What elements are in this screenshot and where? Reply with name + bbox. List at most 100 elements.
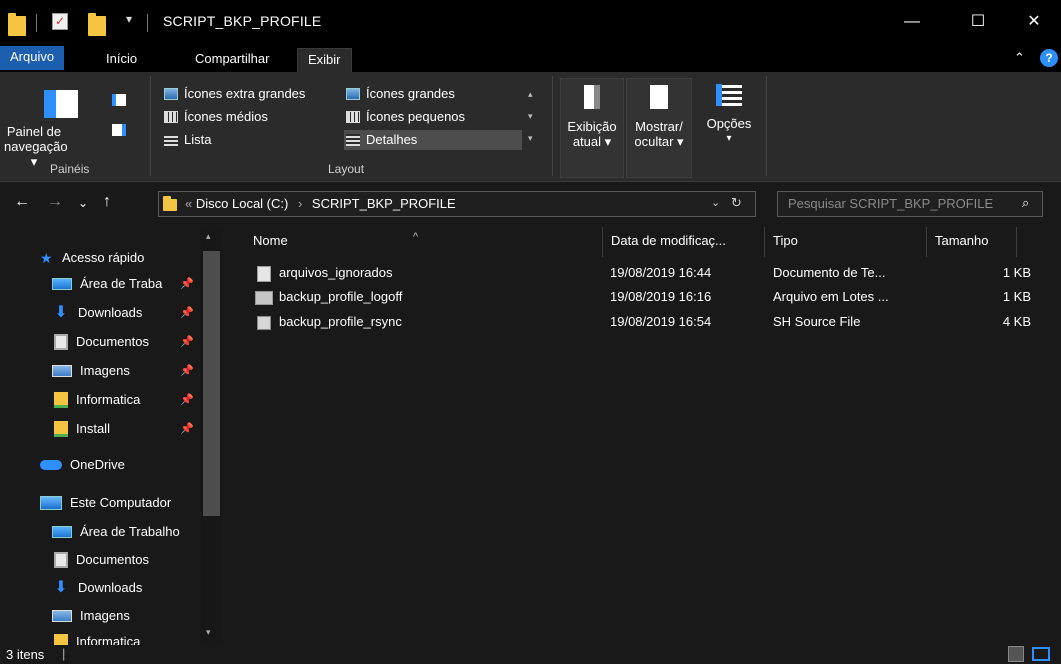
gallery-expand-icon[interactable]: ▾ — [528, 133, 533, 144]
preview-pane-icon[interactable] — [112, 94, 126, 106]
breadcrumb-overflow[interactable]: « — [185, 196, 192, 211]
nav-item-area-de-trabalho[interactable]: Área de Trabalho — [52, 521, 180, 543]
status-divider: | — [62, 646, 66, 661]
layout-small-icons[interactable]: Ícones pequenos — [346, 107, 465, 127]
collapse-ribbon-icon[interactable]: ⌃ — [1014, 50, 1025, 66]
current-view-button[interactable]: Exibição atual ▾ — [560, 78, 624, 178]
nav-item-downloads[interactable]: ⬇ Downloads — [52, 577, 142, 599]
layout-medium-icons[interactable]: Ícones médios — [164, 107, 268, 127]
list-icon — [164, 134, 178, 146]
nav-item-documentos[interactable]: Documentos — [54, 549, 149, 571]
column-header-nome[interactable]: Nome ^ — [245, 227, 603, 257]
column-header-tipo[interactable]: Tipo — [765, 227, 927, 257]
breadcrumb-separator-icon[interactable]: › — [298, 196, 302, 211]
table-row[interactable]: backup_profile_rsync 19/08/2019 16:54 SH… — [255, 311, 1035, 333]
nav-item-area-de-trabalho-pinned[interactable]: Área de Traba — [52, 273, 162, 295]
nav-item-install-pinned[interactable]: Install — [54, 418, 110, 440]
breadcrumb-disco-local[interactable]: Disco Local (C:) — [196, 196, 288, 211]
title-bar: ✓ ▾ SCRIPT_BKP_PROFILE — ☐ ✕ — [0, 0, 1061, 44]
address-dropdown-icon[interactable]: ⌄ — [711, 196, 720, 209]
batch-file-icon — [255, 290, 273, 305]
file-type: Arquivo em Lotes ... — [773, 289, 889, 304]
details-pane-icon[interactable] — [112, 124, 126, 136]
back-arrow-icon[interactable]: ← — [14, 193, 30, 211]
item-count: 3 itens — [6, 647, 45, 662]
computer-icon — [40, 496, 62, 510]
file-list: Nome ^ Data de modificaç... Tipo Tamanho… — [225, 225, 1061, 645]
scroll-up-icon[interactable]: ▴ — [206, 231, 211, 242]
maximize-button[interactable]: ☐ — [958, 8, 998, 36]
navigation-pane-button[interactable]: Painel de navegação ▾ — [4, 78, 84, 169]
medium-icons-icon — [164, 111, 178, 123]
small-icons-icon — [346, 111, 360, 123]
search-input[interactable]: Pesquisar SCRIPT_BKP_PROFILE — [788, 196, 993, 211]
new-folder-icon[interactable] — [88, 13, 106, 36]
extra-large-icons-icon — [164, 88, 178, 100]
tab-arquivo[interactable]: Arquivo — [0, 46, 65, 70]
tab-inicio[interactable]: Início — [96, 48, 147, 72]
table-row[interactable]: backup_profile_logoff 19/08/2019 16:16 A… — [255, 286, 1035, 308]
sort-ascending-icon: ^ — [413, 231, 419, 243]
ribbon-tabs: Arquivo Início Compartilhar Exibir ⌃ ? — [0, 44, 1061, 72]
column-header-tamanho[interactable]: Tamanho — [927, 227, 1017, 257]
ribbon: Painel de navegação ▾ Painéis Ícones ext… — [0, 72, 1061, 182]
download-icon: ⬇ — [54, 304, 68, 321]
documents-icon — [54, 334, 68, 350]
nav-quick-access[interactable]: ★ Acesso rápido — [40, 247, 144, 269]
nav-pane-label: Painel de — [6, 124, 62, 139]
gallery-scroll-down-icon[interactable]: ▾ — [528, 111, 533, 122]
scroll-down-icon[interactable]: ▾ — [206, 627, 211, 638]
folder-icon — [54, 392, 68, 408]
nav-onedrive[interactable]: OneDrive — [40, 454, 125, 476]
recent-locations-chevron-icon[interactable]: ⌄ — [78, 196, 88, 210]
search-icon[interactable]: ⌕ — [1022, 195, 1029, 211]
nav-pane-scroll-thumb[interactable] — [203, 251, 220, 516]
layout-list[interactable]: Lista — [164, 130, 211, 150]
nav-item-informatica[interactable]: Informatica — [54, 631, 140, 645]
nav-pane-scrollbar[interactable]: ▴ ▾ — [201, 231, 222, 641]
layout-large-icons[interactable]: Ícones grandes — [346, 84, 455, 104]
pin-icon: 📌 — [180, 336, 194, 348]
options-icon — [716, 84, 742, 106]
details-view-toggle-icon[interactable] — [1008, 646, 1024, 662]
nav-item-imagens[interactable]: Imagens — [52, 605, 130, 627]
breadcrumb-script-bkp-profile[interactable]: SCRIPT_BKP_PROFILE — [312, 196, 456, 211]
details-icon — [346, 134, 360, 146]
search-box[interactable]: Pesquisar SCRIPT_BKP_PROFILE ⌕ — [777, 191, 1043, 217]
customize-quick-access-icon[interactable]: ▾ — [126, 12, 132, 32]
table-row[interactable]: arquivos_ignorados 19/08/2019 16:44 Docu… — [255, 262, 1035, 284]
layout-extra-large-icons[interactable]: Ícones extra grandes — [164, 84, 305, 104]
tab-exibir[interactable]: Exibir — [297, 48, 352, 72]
refresh-icon[interactable]: ↻ — [731, 195, 742, 211]
nav-item-documentos-pinned[interactable]: Documentos — [54, 331, 149, 353]
desktop-icon — [52, 526, 72, 538]
nav-item-imagens-pinned[interactable]: Imagens — [52, 360, 130, 382]
tab-compartilhar[interactable]: Compartilhar — [185, 48, 279, 72]
file-date: 19/08/2019 16:44 — [610, 265, 712, 280]
nav-item-informatica-pinned[interactable]: Informatica — [54, 389, 140, 411]
minimize-button[interactable]: — — [892, 8, 932, 36]
large-icons-view-toggle-icon[interactable] — [1032, 647, 1050, 661]
layout-gallery: Ícones extra grandes Ícones grandes Ícon… — [156, 81, 544, 153]
options-button[interactable]: Opções ▾ — [698, 78, 760, 178]
address-field[interactable]: « Disco Local (C:) › SCRIPT_BKP_PROFILE … — [158, 191, 756, 217]
star-icon: ★ — [40, 250, 53, 266]
current-view-label: Exibição — [567, 119, 617, 134]
toolbar-divider — [147, 14, 148, 32]
nav-item-downloads-pinned[interactable]: ⬇ Downloads — [52, 302, 142, 324]
properties-icon[interactable]: ✓ — [52, 13, 68, 30]
layout-details[interactable]: Detalhes — [344, 130, 522, 150]
forward-arrow-icon[interactable]: → — [47, 193, 63, 211]
file-type: Documento de Te... — [773, 265, 886, 280]
navigation-pane: ★ Acesso rápido Área de Traba 📌 ⬇ Downlo… — [0, 225, 222, 645]
nav-this-pc[interactable]: Este Computador — [40, 492, 171, 514]
close-button[interactable]: ✕ — [1014, 8, 1054, 36]
gallery-scroll-up-icon[interactable]: ▴ — [528, 89, 533, 100]
file-size: 1 KB — [1002, 289, 1031, 304]
folder-icon — [163, 196, 177, 211]
column-header-data[interactable]: Data de modificaç... — [603, 227, 765, 257]
up-arrow-icon[interactable]: ↑ — [103, 193, 111, 211]
help-icon[interactable]: ? — [1040, 49, 1058, 67]
show-hide-button[interactable]: Mostrar/ ocultar ▾ — [626, 78, 692, 178]
file-name: backup_profile_rsync — [279, 314, 402, 329]
